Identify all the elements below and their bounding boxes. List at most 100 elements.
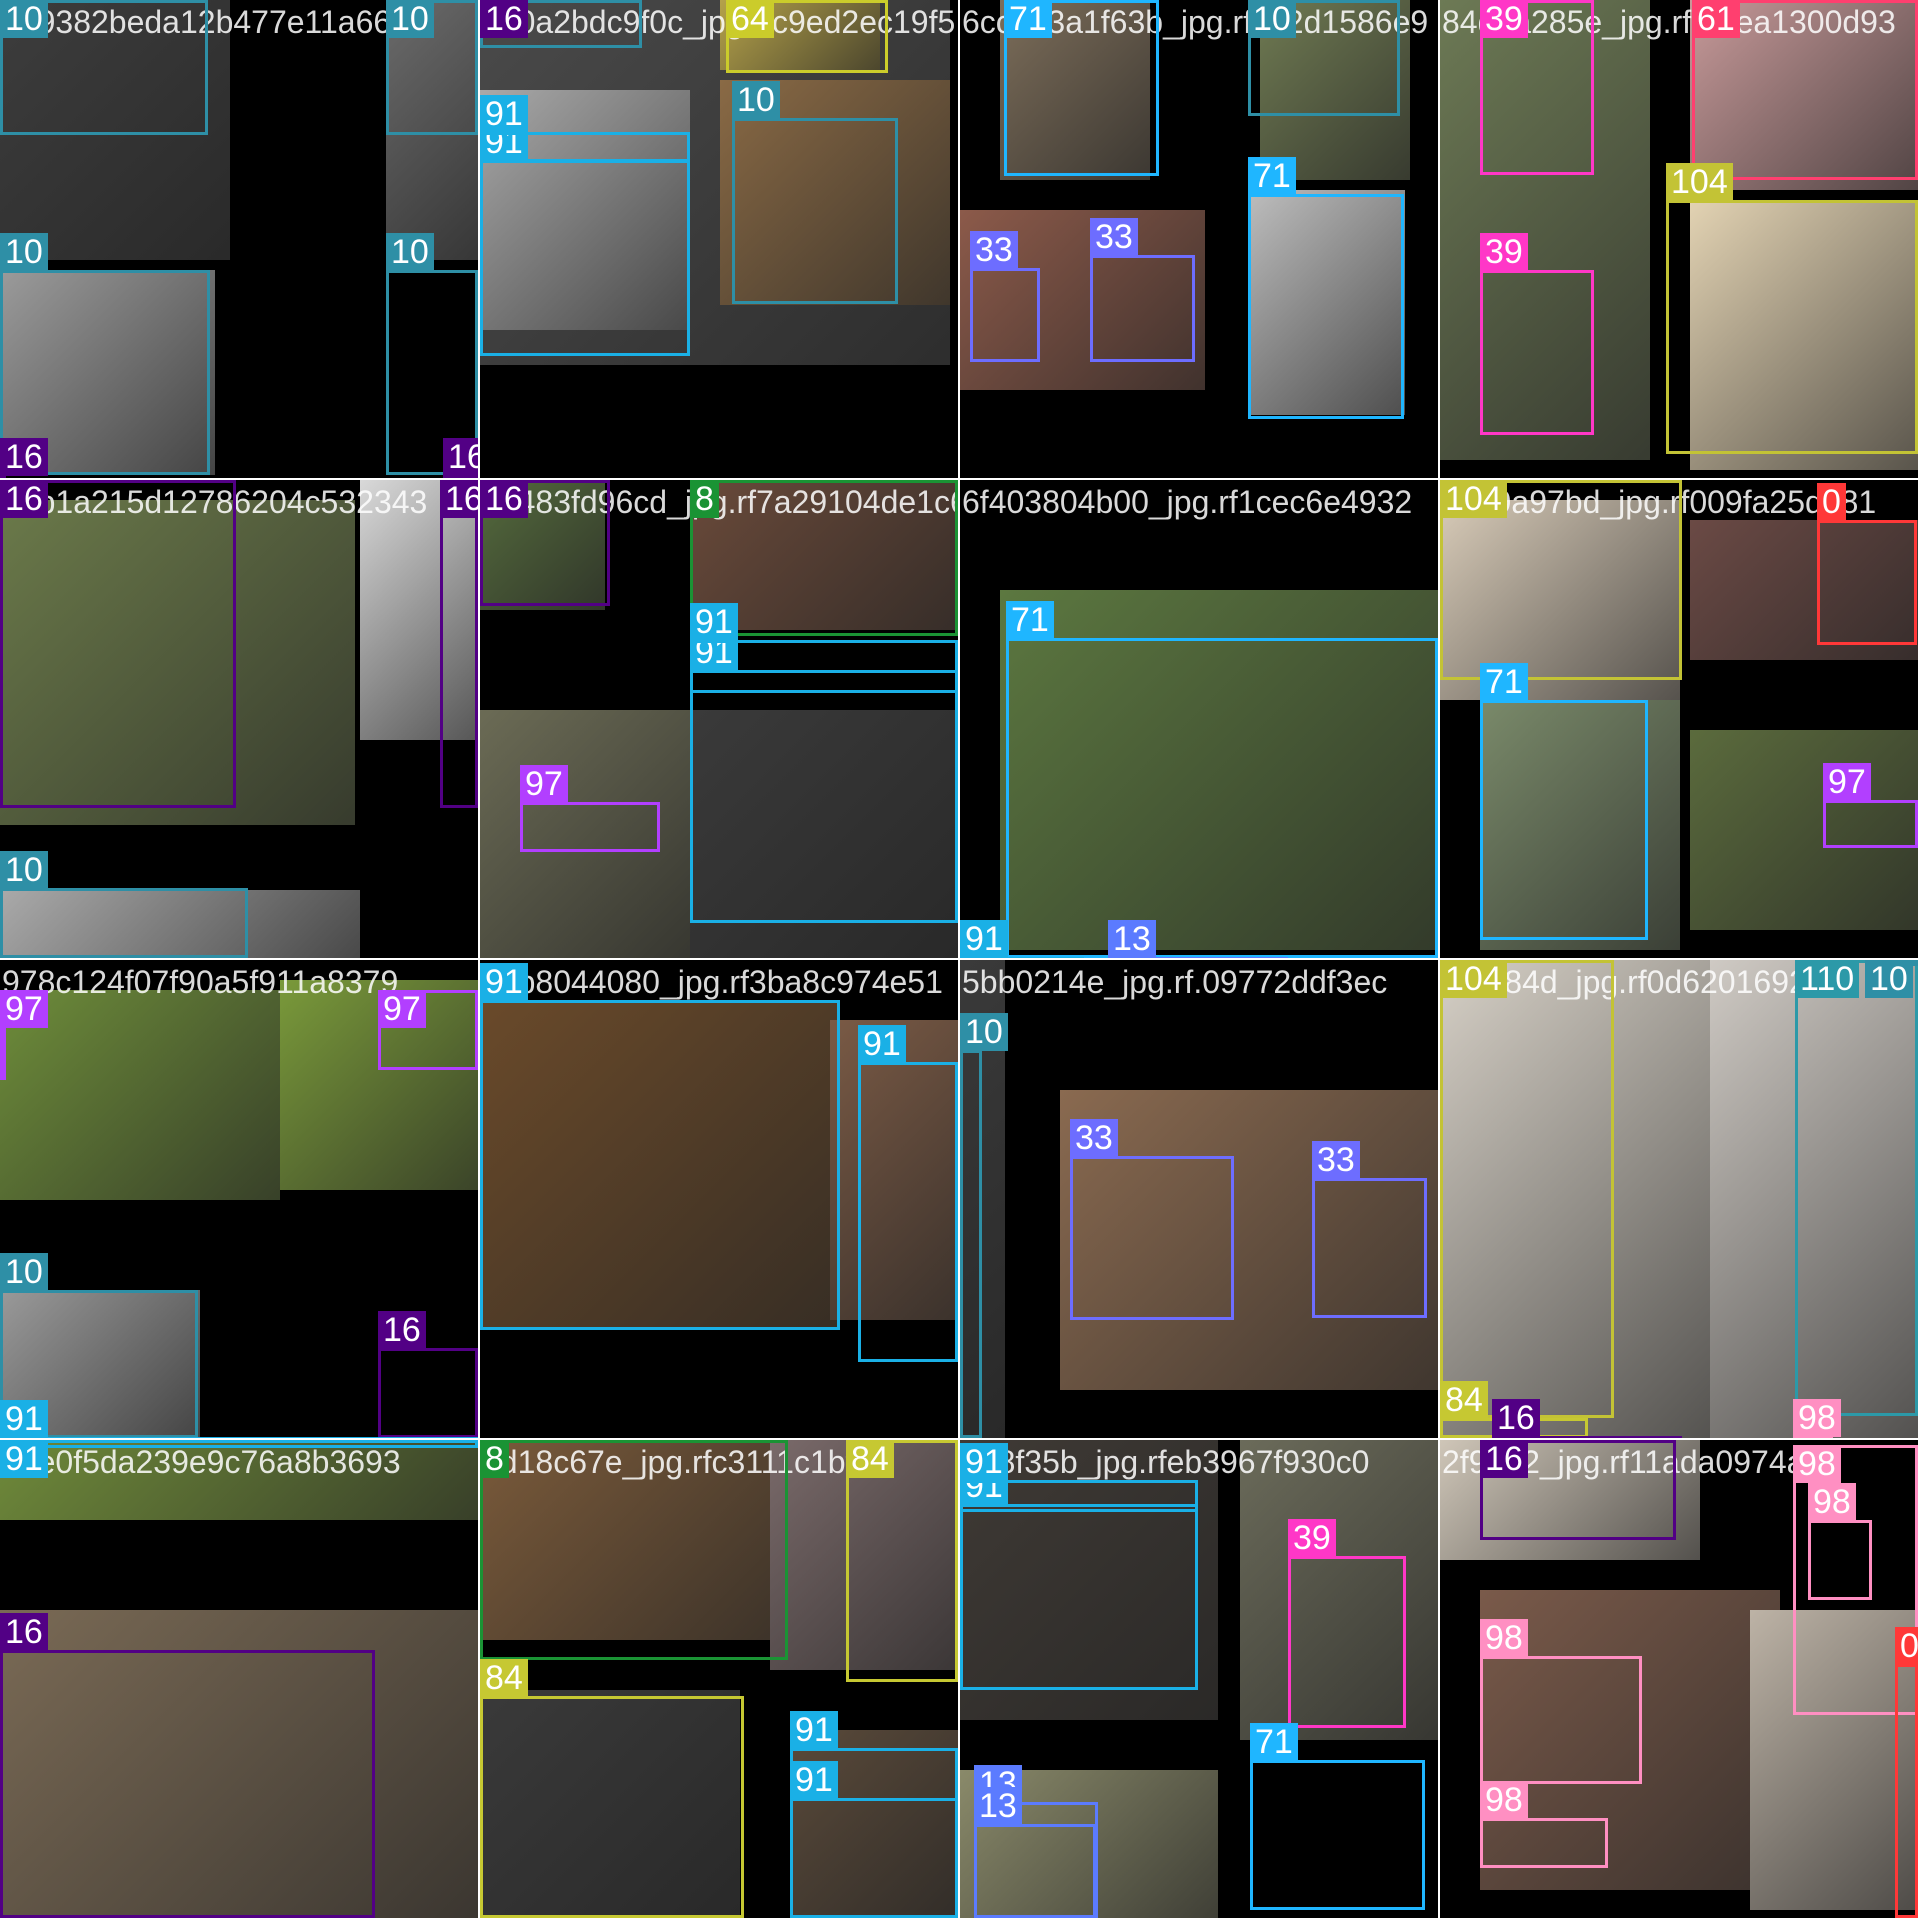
class-label: 71 <box>1250 1723 1298 1761</box>
class-label: 98 <box>1793 1445 1841 1483</box>
class-label: 33 <box>1312 1141 1360 1179</box>
mosaic-tile: 6cc7b3a1f63b_jpg.rf0c2d1586e9 71 10 33 33 71 <box>960 0 1438 478</box>
class-label: 71 <box>1480 663 1528 701</box>
class-label: 104 <box>1440 480 1507 518</box>
class-label: 39 <box>1480 0 1528 38</box>
bounding-box: 16 <box>378 1311 478 1438</box>
class-label: 104 <box>1666 163 1733 201</box>
bounding-box: 33 <box>1312 1141 1427 1318</box>
class-label: 13 <box>974 1787 1022 1825</box>
bounding-box: 33 <box>1090 218 1195 362</box>
class-label: 98 <box>1480 1781 1528 1819</box>
class-label: 0 <box>1895 1627 1918 1665</box>
mosaic-tile: 84d7a285e_jpg.rf.1bea1300d93 39 61 39 104 <box>1440 0 1918 478</box>
class-label: 16 <box>378 1311 426 1349</box>
bounding-box: 97 <box>1823 763 1918 848</box>
bounding-box: 91 <box>480 95 690 162</box>
photo-crop <box>0 1440 478 1520</box>
bounding-box: 104 <box>1666 163 1918 454</box>
bounding-box: 10 <box>1248 0 1400 116</box>
bounding-box: 71 <box>1480 663 1648 940</box>
bounding-box: 71 <box>1250 1723 1425 1910</box>
mosaic-tile: bd0a2bdc9f0c_jpg.rfc9ed2ec19f51064919110… <box>480 0 958 478</box>
class-label: 33 <box>1090 218 1138 256</box>
class-label: 97 <box>0 990 48 1028</box>
bounding-box: 13 <box>974 1787 1096 1918</box>
class-label: 91 <box>960 1443 1008 1481</box>
bounding-box: 91 <box>480 963 840 1330</box>
class-label: 39 <box>1480 233 1528 271</box>
mosaic-tile: 5bb0214e_jpg.rf.09772ddf3ec 10 33 33 <box>960 960 1438 1438</box>
bounding-box: 98 <box>1480 1781 1608 1868</box>
bounding-box: 8 <box>480 1440 788 1660</box>
class-label: 91 <box>0 1400 48 1438</box>
class-label: 104 <box>1440 960 1507 998</box>
mosaic-tile: 1be0f5da239e9c76a8b3693 91 16 <box>0 1440 478 1918</box>
bounding-box: 91 <box>960 920 1084 958</box>
mosaic-grid: 1e9382beda12b477e11a66810101010101616bd0… <box>0 0 1920 1920</box>
mosaic-tile: 2f9de2_jpg.rf11ada0974a 16 98 98 98 98 0 <box>1440 1440 1918 1918</box>
class-label: 84 <box>846 1440 894 1478</box>
bounding-box: 104 <box>1440 960 1614 1418</box>
class-label: 91 <box>790 1761 838 1799</box>
mosaic-tile: 802f84d_jpg.rf0d62016929d 104 110 84 16 98 10 <box>1440 960 1918 1438</box>
mosaic-tile: 0b8f35b_jpg.rfeb3967f930c0 91 91 39 13 13 71 <box>960 1440 1438 1918</box>
class-label: 10 <box>0 0 48 38</box>
bounding-box: 10 <box>386 0 478 135</box>
bounding-box: 39 <box>1288 1519 1406 1728</box>
bounding-box: 39 <box>1480 0 1594 175</box>
bounding-box: 61 <box>1692 0 1918 180</box>
bounding-box: 84 <box>846 1440 958 1682</box>
class-label: 39 <box>1288 1519 1336 1557</box>
class-label: 16 <box>0 438 48 476</box>
bounding-box: 16 <box>443 438 478 478</box>
bounding-box: 39 <box>1480 233 1594 435</box>
bounding-box: 16 <box>0 438 48 478</box>
class-label: 71 <box>1004 0 1052 38</box>
bounding-box: 98 <box>1480 1619 1642 1784</box>
bounding-box: 16 <box>1480 1440 1676 1540</box>
bounding-box: 71 <box>1006 601 1438 958</box>
bounding-box: 16 <box>1492 1399 1682 1438</box>
class-label: 98 <box>1793 1399 1841 1437</box>
bounding-box: 33 <box>970 231 1040 362</box>
mosaic-tile: a5b1a215d12786204c532343 16 16 10 <box>0 480 478 958</box>
class-label: 10 <box>1248 0 1296 38</box>
class-label: 91 <box>790 1711 838 1749</box>
class-label: 91 <box>0 1440 48 1478</box>
class-label: 61 <box>1692 0 1740 38</box>
bounding-box: 91 <box>480 123 690 356</box>
class-label: 10 <box>732 81 780 119</box>
class-label: 8 <box>480 1440 509 1478</box>
mosaic-tile: 2c39a97bd_jpg.rf009fa25d681 104 0 71 97 <box>1440 480 1918 958</box>
image-filename: 5bb0214e_jpg.rf.09772ddf3ec <box>962 964 1388 1000</box>
bounding-box: 16 <box>0 1613 375 1918</box>
image-filename: 91b8044080_jpg.rf3ba8c974e51 <box>482 964 943 1000</box>
class-label: 16 <box>480 0 528 38</box>
class-label: 16 <box>0 480 48 518</box>
class-label: 71 <box>1006 601 1054 639</box>
class-label: 10 <box>1865 960 1913 998</box>
bounding-box: 104 <box>1440 480 1682 680</box>
class-label: 13 <box>1108 920 1156 958</box>
bounding-box: 91 <box>0 1400 478 1438</box>
class-label: 64 <box>726 0 774 38</box>
bounding-box: 10 <box>1865 960 1918 998</box>
bounding-box: 91 <box>690 633 958 923</box>
class-label: 10 <box>386 0 434 38</box>
bounding-box: 16 <box>440 480 478 808</box>
bounding-box: 10 <box>0 851 248 958</box>
class-label: 97 <box>520 765 568 803</box>
bounding-box: 91 <box>0 1440 478 1478</box>
class-label: 84 <box>480 1659 528 1697</box>
bounding-box: 71 <box>1004 0 1159 176</box>
bounding-box: 91 <box>960 1467 1198 1690</box>
mosaic-tile: 1e9382beda12b477e11a66810101010101616 <box>0 0 478 478</box>
class-label: 8 <box>690 480 719 518</box>
mosaic-tile: 6f403804b00_jpg.rf1cec6e4932 71 91 13 <box>960 480 1438 958</box>
bounding-box: 97 <box>378 990 478 1070</box>
image-filename: 6f403804b00_jpg.rf1cec6e4932 <box>962 484 1413 520</box>
bounding-box: 10 <box>960 1013 1008 1438</box>
class-label: 16 <box>480 480 528 518</box>
class-label: 91 <box>480 963 528 1001</box>
